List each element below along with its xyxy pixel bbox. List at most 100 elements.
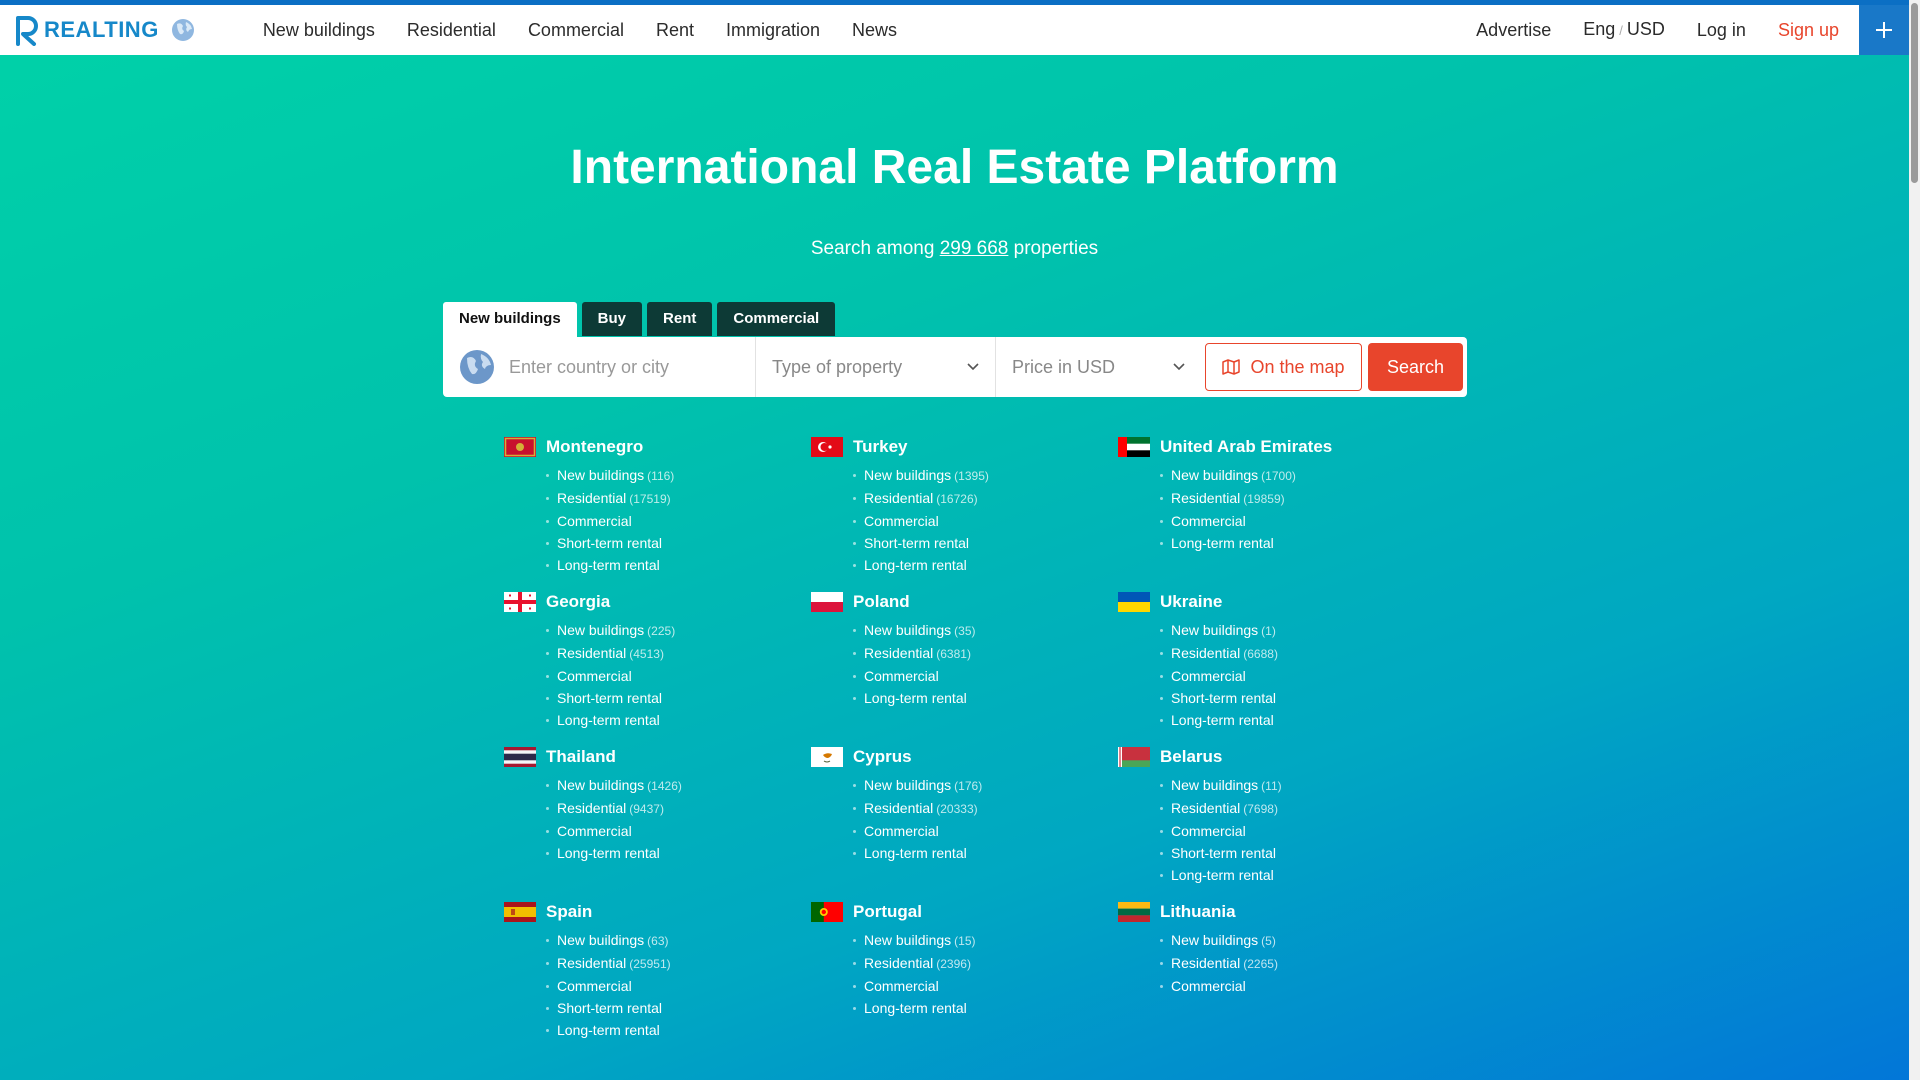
country-link-new-buildings[interactable]: New buildings (116) (546, 464, 811, 487)
country-link-residential[interactable]: Residential (25951) (546, 952, 811, 975)
country-link-residential[interactable]: Residential (4513) (546, 642, 811, 665)
country-link-new-buildings[interactable]: New buildings (15) (853, 929, 1118, 952)
country-link-long-term-rental[interactable]: Long-term rental (546, 554, 811, 576)
country-link-commercial[interactable]: Commercial (853, 975, 1118, 997)
country-link-long-term-rental[interactable]: Long-term rental (853, 554, 1118, 576)
on-the-map-label: On the map (1250, 356, 1345, 377)
country-link-new-buildings[interactable]: New buildings (176) (853, 774, 1118, 797)
price-select[interactable]: Price in USD (996, 337, 1201, 397)
country-link-residential[interactable]: Residential (7698) (1160, 797, 1424, 820)
country-name-link[interactable]: Ukraine (1160, 592, 1222, 612)
country-link-long-term-rental[interactable]: Long-term rental (1160, 709, 1424, 731)
country-link-residential[interactable]: Residential (2265) (1160, 952, 1424, 975)
country-link-long-term-rental[interactable]: Long-term rental (1160, 864, 1424, 886)
login-link[interactable]: Log in (1681, 5, 1762, 55)
nav-rent[interactable]: Rent (640, 5, 710, 55)
country-link-new-buildings[interactable]: New buildings (1700) (1160, 464, 1424, 487)
country-link-commercial[interactable]: Commercial (853, 665, 1118, 687)
nav-residential[interactable]: Residential (391, 5, 512, 55)
tab-buy[interactable]: Buy (581, 302, 643, 336)
link-label: Commercial (557, 513, 632, 529)
search-button[interactable]: Search (1368, 343, 1463, 391)
country-name-link[interactable]: United Arab Emirates (1160, 437, 1332, 457)
country-link-commercial[interactable]: Commercial (1160, 665, 1424, 687)
nav-news[interactable]: News (836, 5, 913, 55)
tab-rent[interactable]: Rent (647, 302, 713, 336)
country-name-link[interactable]: Spain (546, 902, 592, 922)
country-link-new-buildings[interactable]: New buildings (1) (1160, 619, 1424, 642)
country-link-residential[interactable]: Residential (6688) (1160, 642, 1424, 665)
country-name-link[interactable]: Portugal (853, 902, 922, 922)
language-currency-switch[interactable]: Eng / USD (1567, 4, 1681, 56)
nav-new-buildings[interactable]: New buildings (247, 5, 391, 55)
country-link-short-term-rental[interactable]: Short-term rental (1160, 687, 1424, 709)
country-link-commercial[interactable]: Commercial (546, 975, 811, 997)
country-link-new-buildings[interactable]: New buildings (1426) (546, 774, 811, 797)
country-link-new-buildings[interactable]: New buildings (225) (546, 619, 811, 642)
country-link-residential[interactable]: Residential (16726) (853, 487, 1118, 510)
nav-immigration[interactable]: Immigration (710, 5, 836, 55)
property-type-select[interactable]: Type of property (756, 337, 996, 397)
country-link-commercial[interactable]: Commercial (546, 820, 811, 842)
country-name-link[interactable]: Georgia (546, 592, 610, 612)
properties-count-link[interactable]: 299 668 (940, 238, 1009, 259)
country-link-residential[interactable]: Residential (19859) (1160, 487, 1424, 510)
nav-commercial[interactable]: Commercial (512, 5, 640, 55)
country-link-residential[interactable]: Residential (20333) (853, 797, 1118, 820)
link-count: (20333) (936, 802, 978, 816)
country-link-short-term-rental[interactable]: Short-term rental (546, 997, 811, 1019)
country-link-residential[interactable]: Residential (9437) (546, 797, 811, 820)
country-link-residential[interactable]: Residential (2396) (853, 952, 1118, 975)
logo[interactable]: REALTING (14, 5, 159, 55)
add-listing-button[interactable] (1859, 5, 1909, 55)
country-block-cyprus: Cyprus New buildings (176) Residential (2033… (811, 746, 1118, 901)
country-link-new-buildings[interactable]: New buildings (11) (1160, 774, 1424, 797)
page-scrollbar[interactable] (1909, 0, 1920, 1080)
link-count: (1700) (1261, 469, 1296, 483)
country-link-commercial[interactable]: Commercial (546, 665, 811, 687)
country-link-new-buildings[interactable]: New buildings (35) (853, 619, 1118, 642)
country-link-commercial[interactable]: Commercial (1160, 820, 1424, 842)
country-name-link[interactable]: Belarus (1160, 747, 1222, 767)
country-link-commercial[interactable]: Commercial (1160, 510, 1424, 532)
country-name-link[interactable]: Cyprus (853, 747, 912, 767)
country-link-new-buildings[interactable]: New buildings (5) (1160, 929, 1424, 952)
country-name-link[interactable]: Poland (853, 592, 910, 612)
link-count: (176) (954, 779, 983, 793)
location-input[interactable] (509, 356, 749, 378)
country-link-commercial[interactable]: Commercial (853, 510, 1118, 532)
country-link-residential[interactable]: Residential (17519) (546, 487, 811, 510)
country-name-link[interactable]: Turkey (853, 437, 908, 457)
country-link-short-term-rental[interactable]: Short-term rental (853, 532, 1118, 554)
country-link-long-term-rental[interactable]: Long-term rental (853, 997, 1118, 1019)
country-link-commercial[interactable]: Commercial (853, 820, 1118, 842)
country-link-commercial[interactable]: Commercial (1160, 975, 1424, 997)
country-link-long-term-rental[interactable]: Long-term rental (546, 709, 811, 731)
scrollbar-thumb[interactable] (1911, 3, 1918, 183)
country-name-link[interactable]: Thailand (546, 747, 616, 767)
on-the-map-button[interactable]: On the map (1205, 343, 1362, 391)
country-link-long-term-rental[interactable]: Long-term rental (546, 842, 811, 864)
country-link-new-buildings[interactable]: New buildings (1395) (853, 464, 1118, 487)
country-link-short-term-rental[interactable]: Short-term rental (546, 532, 811, 554)
country-name-link[interactable]: Montenegro (546, 437, 643, 457)
globe-icon[interactable] (171, 18, 195, 42)
country-link-short-term-rental[interactable]: Short-term rental (546, 687, 811, 709)
country-link-commercial[interactable]: Commercial (546, 510, 811, 532)
link-label: Long-term rental (557, 712, 660, 728)
hero-title: International Real Estate Platform (570, 141, 1339, 194)
advertise-link[interactable]: Advertise (1460, 5, 1567, 55)
poland-flag-icon (811, 592, 843, 612)
country-link-short-term-rental[interactable]: Short-term rental (1160, 842, 1424, 864)
country-link-long-term-rental[interactable]: Long-term rental (853, 842, 1118, 864)
country-link-long-term-rental[interactable]: Long-term rental (853, 687, 1118, 709)
signup-link[interactable]: Sign up (1762, 5, 1855, 55)
country-link-new-buildings[interactable]: New buildings (63) (546, 929, 811, 952)
tab-new-buildings[interactable]: New buildings (443, 302, 577, 338)
country-link-residential[interactable]: Residential (6381) (853, 642, 1118, 665)
country-name-link[interactable]: Lithuania (1160, 902, 1236, 922)
tab-commercial[interactable]: Commercial (717, 302, 836, 336)
country-link-long-term-rental[interactable]: Long-term rental (1160, 532, 1424, 554)
link-count: (16726) (936, 492, 978, 506)
country-link-long-term-rental[interactable]: Long-term rental (546, 1019, 811, 1041)
